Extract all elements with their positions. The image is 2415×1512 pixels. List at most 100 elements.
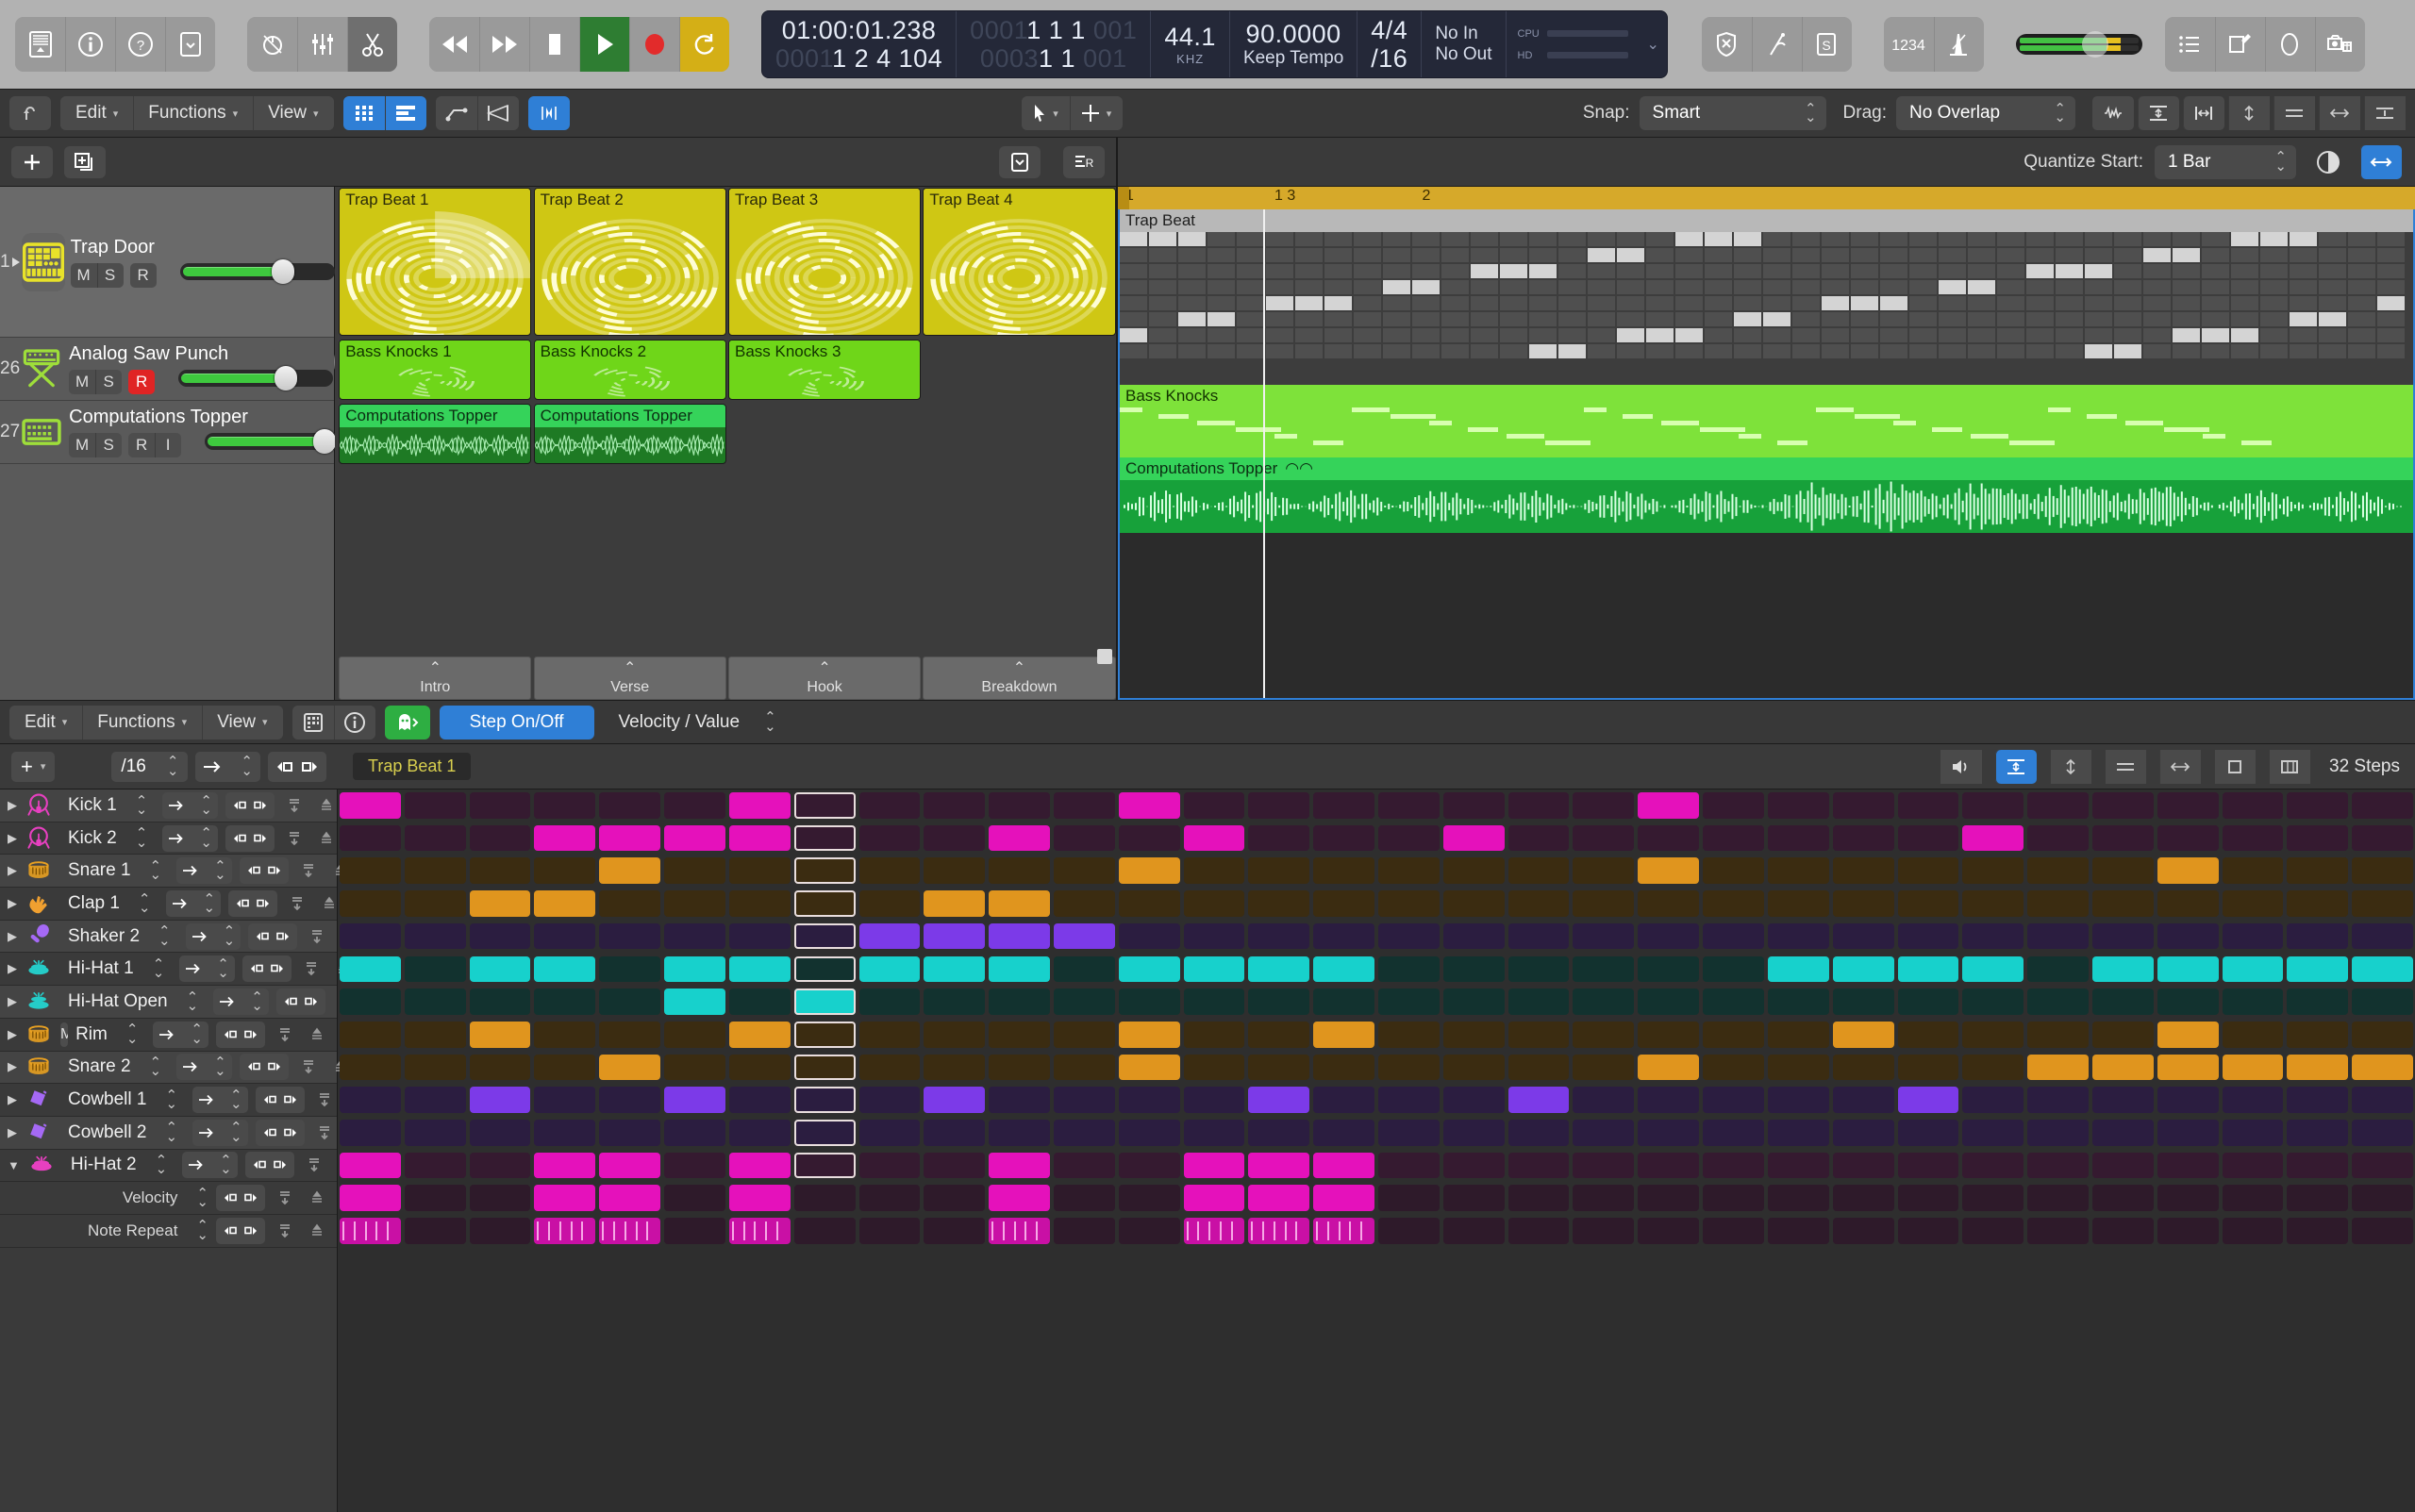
step-cell[interactable] (1573, 1120, 1635, 1146)
step-cell[interactable] (1897, 1054, 1959, 1081)
row-increment-icon[interactable] (285, 890, 309, 917)
step-cell[interactable] (1507, 1087, 1570, 1113)
track-record-group[interactable]: R (129, 262, 157, 288)
velocity-cell[interactable] (1573, 1185, 1635, 1212)
crosshair-tool-icon[interactable]: ▾ (1069, 96, 1124, 130)
step-cell[interactable] (1248, 857, 1310, 885)
step-cell[interactable] (664, 1152, 725, 1179)
step-cell[interactable] (469, 792, 531, 819)
velocity-cell[interactable] (2091, 1185, 2154, 1212)
step-row[interactable] (338, 822, 2415, 856)
row-playmode-button[interactable]: ⌃ ⌄ (182, 1152, 238, 1179)
back-arrow-icon[interactable] (9, 96, 51, 130)
count-in-icon[interactable]: 1234 (1883, 17, 1934, 72)
track-s-button[interactable]: S (95, 370, 122, 394)
row-name-chevron-icon[interactable]: ⌃ ⌄ (165, 1088, 177, 1111)
step-cell[interactable] (404, 1054, 466, 1081)
step-cell[interactable] (1638, 792, 1700, 819)
waveform-height-icon[interactable] (2364, 96, 2406, 130)
row-disclosure-icon[interactable]: ▼ (8, 1158, 20, 1172)
step-cell[interactable] (1118, 1054, 1180, 1081)
step-cell[interactable] (924, 824, 986, 852)
step-cell[interactable] (1053, 1152, 1115, 1179)
step-cell[interactable] (1703, 1152, 1764, 1179)
step-cell[interactable] (1442, 1021, 1505, 1048)
step-cell[interactable] (1507, 1152, 1570, 1179)
step-cell[interactable] (1767, 890, 1829, 917)
arrangement-marker[interactable]: ⌃ Breakdown (923, 656, 1116, 700)
step-cell[interactable] (2027, 792, 2089, 819)
zoom-h-icon[interactable] (2159, 749, 2201, 784)
velocity-cell[interactable] (858, 1185, 921, 1212)
step-cell[interactable] (1638, 1120, 1700, 1146)
row-increment-icon[interactable] (312, 1120, 337, 1146)
rate-stepper[interactable]: /16 ⌃ ⌄ (111, 751, 189, 782)
note-repeat-cell[interactable] (1703, 1218, 1764, 1244)
region-list-icon[interactable]: R (1063, 145, 1105, 178)
step-cell[interactable] (2027, 955, 2089, 983)
step-cell[interactable] (2222, 1087, 2284, 1113)
step-cell[interactable] (599, 824, 661, 852)
step-cell[interactable] (1638, 824, 1700, 852)
record-icon[interactable] (629, 17, 679, 72)
step-cell[interactable] (1378, 824, 1440, 852)
step-cell[interactable] (1767, 857, 1829, 885)
step-cell[interactable] (858, 857, 921, 885)
velocity-cell[interactable] (1638, 1185, 1700, 1212)
step-row[interactable] (338, 1117, 2415, 1150)
note-repeat-lane[interactable] (338, 1215, 2415, 1248)
step-cell[interactable] (2222, 1021, 2284, 1048)
step-cell[interactable] (2091, 1021, 2154, 1048)
step-cell[interactable] (599, 1152, 661, 1179)
step-cell[interactable] (728, 824, 791, 852)
step-cell[interactable] (2352, 1054, 2413, 1081)
row-name[interactable]: Kick 1 (68, 795, 117, 816)
velocity-cell[interactable] (728, 1185, 791, 1212)
step-cell[interactable] (2157, 890, 2219, 917)
step-cell[interactable] (664, 989, 725, 1015)
step-cell[interactable] (1442, 890, 1505, 917)
step-cell[interactable] (2222, 792, 2284, 819)
step-cell[interactable] (1378, 1120, 1440, 1146)
row-increment-icon[interactable] (296, 1054, 321, 1080)
step-grid[interactable] (338, 789, 2415, 1512)
step-cell[interactable] (1118, 890, 1180, 917)
velocity-cell[interactable] (1897, 1185, 1959, 1212)
arrange-region[interactable]: Trap Beat 1 (339, 188, 532, 336)
step-cell[interactable] (1962, 792, 2024, 819)
step-cell[interactable] (1507, 922, 1570, 950)
step-cell[interactable] (340, 989, 401, 1015)
menu-edit[interactable]: Edit ▾ (60, 96, 134, 130)
grid-view-icon[interactable] (342, 96, 385, 130)
step-cell[interactable] (469, 1087, 531, 1113)
step-cell[interactable] (1313, 1021, 1374, 1048)
step-cell[interactable] (2352, 792, 2413, 819)
velocity-cell[interactable] (1183, 1185, 1245, 1212)
step-cell[interactable] (793, 1120, 856, 1146)
waveform-zoom-icon[interactable] (2092, 96, 2134, 130)
step-cell[interactable] (2157, 857, 2219, 885)
step-cell[interactable] (1378, 1152, 1440, 1179)
track-name[interactable]: Analog Saw Punch (69, 343, 333, 365)
step-cell[interactable] (664, 824, 725, 852)
velocity-cell[interactable] (1442, 1185, 1505, 1212)
step-cell[interactable] (664, 1054, 725, 1081)
note-repeat-cell[interactable] (989, 1218, 1050, 1244)
drag-select[interactable]: No Overlap ⌃ ⌄ (1896, 96, 2075, 130)
row-instrument-icon[interactable] (25, 789, 53, 823)
track-instrument-icon[interactable] (20, 340, 63, 398)
step-cell[interactable] (924, 955, 986, 983)
step-cell[interactable] (469, 989, 531, 1015)
track-mute-solo-group[interactable]: MS (70, 262, 124, 288)
sub-row-nudge-buttons[interactable] (216, 1185, 265, 1212)
row-increment-icon[interactable] (273, 1022, 297, 1048)
step-cell[interactable] (1118, 824, 1180, 852)
step-cell[interactable] (1897, 890, 1959, 917)
row-playmode-button[interactable]: ⌃ ⌄ (165, 889, 222, 917)
step-cell[interactable] (1183, 1087, 1245, 1113)
step-cell[interactable] (793, 922, 856, 950)
step-cell[interactable] (404, 857, 466, 885)
row-instrument-icon[interactable] (27, 1147, 56, 1183)
step-cell[interactable] (1507, 857, 1570, 885)
step-cell[interactable] (534, 1054, 596, 1081)
